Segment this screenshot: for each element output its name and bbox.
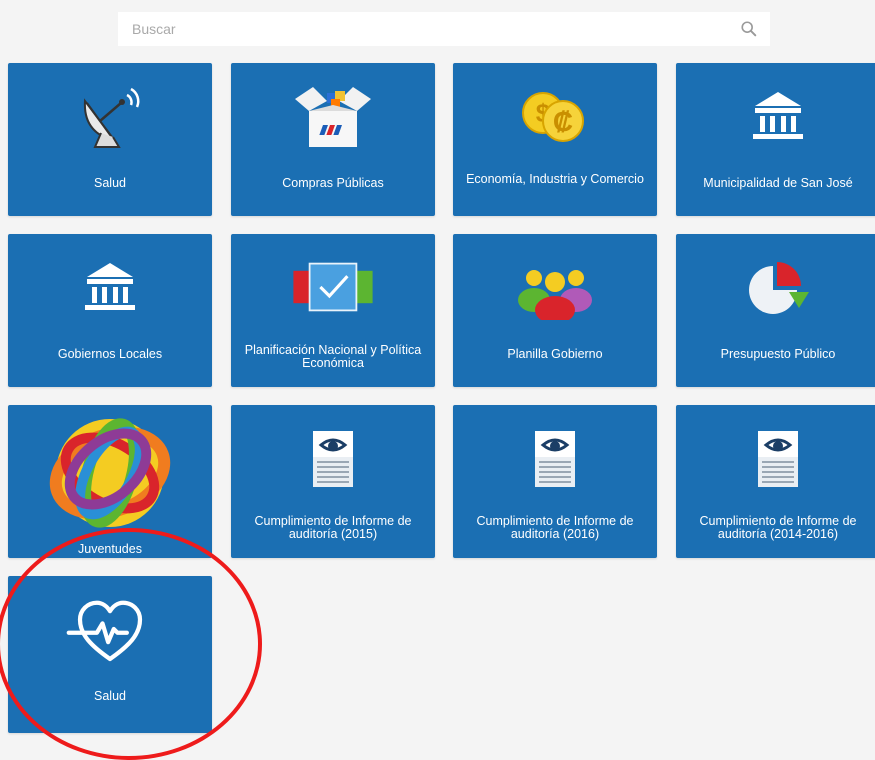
tile-label: Planificación Nacional y Política Económ… (244, 343, 422, 370)
pie-chart-icon (733, 242, 823, 332)
tile-economia[interactable]: $ ₡ Economía, Industria y Comercio (453, 63, 657, 216)
tile-planilla-gobierno[interactable]: Planilla Gobierno (453, 234, 657, 387)
audit-report-icon (510, 413, 600, 503)
tile-planificacion[interactable]: Planificación Nacional y Política Económ… (231, 234, 435, 387)
tile-salud-heart[interactable]: Salud (8, 576, 212, 733)
tile-label: Compras Públicas (282, 176, 384, 190)
heart-pulse-icon (65, 584, 155, 674)
tile-municipalidad[interactable]: Municipalidad de San José (676, 63, 875, 216)
tile-label: Cumplimiento de Informe de auditoría (20… (699, 514, 857, 541)
tile-label: Economía, Industria y Comercio (466, 172, 644, 186)
tile-label: Gobiernos Locales (57, 347, 163, 361)
coins-icon: $ ₡ (510, 71, 600, 161)
people-group-icon (510, 242, 600, 332)
tile-auditoria-2014-2016[interactable]: Cumplimiento de Informe de auditoría (20… (676, 405, 875, 558)
svg-text:₡: ₡ (553, 106, 573, 137)
tile-label: Cumplimiento de Informe de auditoría (20… (476, 514, 634, 541)
tile-label: Planilla Gobierno (507, 347, 603, 361)
tile-auditoria-2015[interactable]: Cumplimiento de Informe de auditoría (20… (231, 405, 435, 558)
tile-presupuesto-publico[interactable]: Presupuesto Público (676, 234, 875, 387)
checkbox-panels-icon (288, 242, 378, 332)
audit-report-icon (733, 413, 823, 503)
tile-juventudes[interactable]: Juventudes (8, 405, 212, 558)
government-building-icon (65, 242, 155, 332)
tile-label: Salud (94, 689, 126, 703)
tile-label: Municipalidad de San José (703, 176, 853, 190)
juventudes-logo-icon (45, 407, 175, 537)
government-building-icon (733, 71, 823, 161)
satellite-dish-icon (65, 71, 155, 161)
tile-salud-satellite[interactable]: Salud (8, 63, 212, 216)
tile-auditoria-2016[interactable]: Cumplimiento de Informe de auditoría (20… (453, 405, 657, 558)
tile-compras-publicas[interactable]: Compras Públicas (231, 63, 435, 216)
search-bar[interactable] (118, 11, 770, 47)
search-icon[interactable] (740, 20, 758, 38)
tile-label: Cumplimiento de Informe de auditoría (20… (254, 514, 412, 541)
open-box-icon (288, 71, 378, 161)
search-input[interactable] (130, 11, 730, 47)
tile-gobiernos-locales[interactable]: Gobiernos Locales (8, 234, 212, 387)
tile-label: Presupuesto Público (720, 347, 836, 361)
tile-label: Juventudes (78, 542, 142, 556)
audit-report-icon (288, 413, 378, 503)
tile-label: Salud (94, 176, 126, 190)
